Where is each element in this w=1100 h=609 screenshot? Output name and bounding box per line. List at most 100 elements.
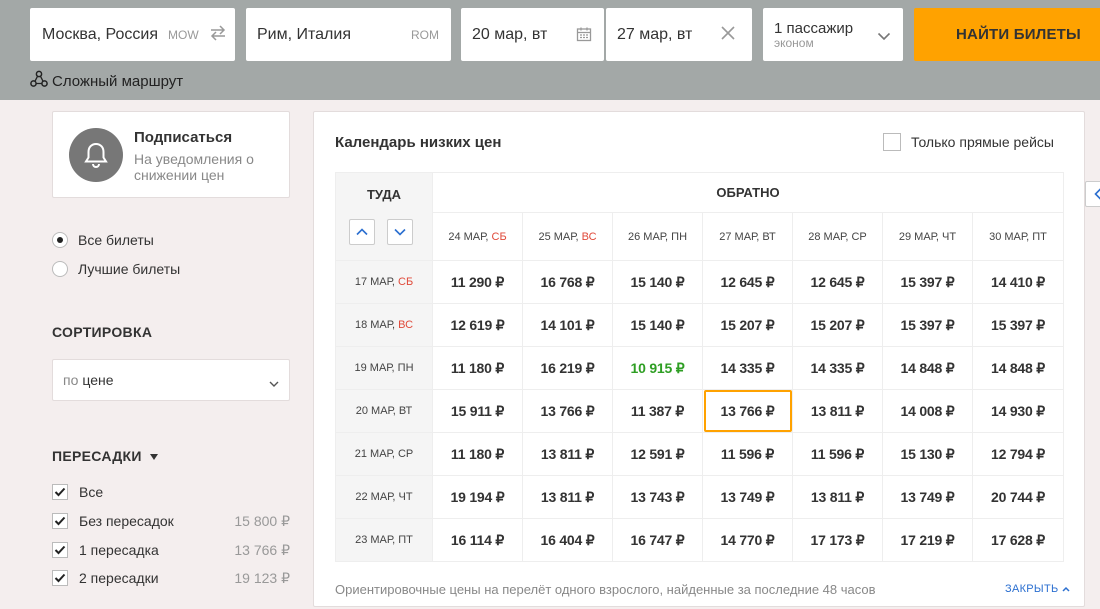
price-cell[interactable]: 17 628 ₽ (972, 518, 1064, 562)
stops-checkbox[interactable] (52, 513, 68, 529)
price-cell[interactable]: 14 008 ₽ (882, 389, 973, 433)
price-cell[interactable]: 12 591 ₽ (612, 432, 703, 476)
passengers-field[interactable]: 1 пассажир эконом (763, 8, 903, 61)
stops-checkbox[interactable] (52, 570, 68, 586)
price-cell[interactable]: 13 749 ₽ (882, 475, 973, 519)
price-cell[interactable]: 14 335 ₽ (702, 346, 793, 390)
price-cell[interactable]: 13 811 ₽ (522, 475, 613, 519)
price-cell[interactable]: 14 930 ₽ (972, 389, 1064, 433)
radio-selected[interactable] (52, 232, 68, 248)
return-date-label: 28 МАР, (808, 230, 849, 243)
stops-checkbox[interactable] (52, 542, 68, 558)
search-tickets-button[interactable]: НАЙТИ БИЛЕТЫ (914, 8, 1100, 61)
price-cell[interactable]: 16 404 ₽ (522, 518, 613, 562)
price-cell[interactable]: 12 645 ₽ (792, 260, 883, 304)
depart-dow-label: ВТ (398, 405, 413, 417)
price-cell[interactable]: 15 130 ₽ (882, 432, 973, 476)
depart-date-field[interactable]: 20 мар, вт (461, 8, 604, 61)
origin-field[interactable]: Москва, Россия MOW (30, 8, 235, 61)
swap-icon[interactable] (208, 23, 228, 43)
price-cell[interactable]: 15 397 ₽ (972, 303, 1064, 347)
clear-date-icon[interactable] (720, 25, 736, 46)
destination-field[interactable]: Рим, Италия ROM (246, 8, 451, 61)
stops-option[interactable]: Все (52, 484, 290, 500)
price-cell[interactable]: 11 290 ₽ (432, 260, 523, 304)
price-cell[interactable]: 15 397 ₽ (882, 260, 973, 304)
origin-value[interactable]: Москва, Россия (42, 26, 157, 44)
prev-return-button[interactable] (1085, 181, 1100, 207)
price-cell[interactable]: 15 911 ₽ (432, 389, 523, 433)
price-cell[interactable]: 19 194 ₽ (432, 475, 523, 519)
price-cell[interactable]: 12 645 ₽ (702, 260, 793, 304)
price-cell[interactable]: 14 770 ₽ (702, 518, 793, 562)
radio-unselected[interactable] (52, 261, 68, 277)
depart-date-cell: 21 МАР, СР (335, 432, 433, 476)
next-depart-button[interactable] (387, 219, 413, 245)
price-cell[interactable]: 13 811 ₽ (792, 389, 883, 433)
stops-label: 1 пересадка (79, 542, 159, 558)
price-cell[interactable]: 13 766 ₽ (702, 389, 793, 433)
stops-option[interactable]: 1 пересадка 13 766 ₽ (52, 542, 290, 558)
price-cell[interactable]: 15 140 ₽ (612, 260, 703, 304)
depart-date-label: 23 МАР, (355, 534, 396, 546)
return-date-value[interactable]: 27 мар, вт (617, 26, 692, 44)
depart-dow-label: СБ (398, 276, 414, 288)
checkmark-icon (54, 487, 66, 497)
price-cell[interactable]: 16 219 ₽ (522, 346, 613, 390)
stops-min-price: 19 123 ₽ (234, 569, 290, 586)
direct-flights-toggle[interactable]: Только прямые рейсы (883, 133, 1054, 151)
price-cell[interactable]: 15 140 ₽ (612, 303, 703, 347)
depart-date-value[interactable]: 20 мар, вт (472, 26, 547, 44)
price-cell[interactable]: 20 744 ₽ (972, 475, 1064, 519)
price-cell[interactable]: 14 848 ₽ (882, 346, 973, 390)
price-cell[interactable]: 11 387 ₽ (612, 389, 703, 433)
price-cell[interactable]: 13 766 ₽ (522, 389, 613, 433)
subscribe-card[interactable]: Подписаться На уведомления о снижении це… (52, 111, 290, 198)
price-cell[interactable]: 15 207 ₽ (792, 303, 883, 347)
price-cell[interactable]: 13 749 ₽ (702, 475, 793, 519)
complex-route-link[interactable]: Сложный маршрут (30, 70, 183, 92)
return-date-label: 25 МАР, (538, 230, 579, 243)
price-cell[interactable]: 11 180 ₽ (432, 346, 523, 390)
price-cell[interactable]: 16 768 ₽ (522, 260, 613, 304)
price-cell[interactable]: 12 619 ₽ (432, 303, 523, 347)
stops-option[interactable]: Без пересадок 15 800 ₽ (52, 513, 290, 529)
price-cell[interactable]: 14 848 ₽ (972, 346, 1064, 390)
return-date-header: 30 МАР, ПТ (972, 212, 1064, 261)
stops-checkbox[interactable] (52, 484, 68, 500)
price-cell[interactable]: 15 397 ₽ (882, 303, 973, 347)
price-cell[interactable]: 16 747 ₽ (612, 518, 703, 562)
prev-depart-button[interactable] (349, 219, 375, 245)
price-cell[interactable]: 16 114 ₽ (432, 518, 523, 562)
stops-option[interactable]: 2 пересадки 19 123 ₽ (52, 570, 290, 586)
price-cell[interactable]: 13 743 ₽ (612, 475, 703, 519)
close-calendar-link[interactable]: ЗАКРЫТЬ (1005, 583, 1070, 595)
direct-flights-checkbox[interactable] (883, 133, 901, 151)
price-cell[interactable]: 11 596 ₽ (792, 432, 883, 476)
price-cell[interactable]: 12 794 ₽ (972, 432, 1064, 476)
return-date-field[interactable]: 27 мар, вт (606, 8, 752, 61)
complex-route-label[interactable]: Сложный маршрут (52, 73, 183, 90)
price-cell[interactable]: 17 173 ₽ (792, 518, 883, 562)
cabin-class-value: эконом (774, 35, 814, 50)
sort-select[interactable]: по цене (52, 359, 290, 401)
price-cell[interactable]: 14 410 ₽ (972, 260, 1064, 304)
price-cell[interactable]: 14 101 ₽ (522, 303, 613, 347)
price-cell[interactable]: 13 811 ₽ (522, 432, 613, 476)
price-cell[interactable]: 14 335 ₽ (792, 346, 883, 390)
calendar-row: 19 МАР, ПН 11 180 ₽16 219 ₽10 915 ₽14 335… (335, 346, 1064, 390)
price-cell[interactable]: 15 207 ₽ (702, 303, 793, 347)
price-cell[interactable]: 11 180 ₽ (432, 432, 523, 476)
return-date-header: 24 МАР, СБ (432, 212, 523, 261)
stops-filter-toggle[interactable]: ПЕРЕСАДКИ (52, 448, 158, 464)
best-tickets-option[interactable]: Лучшие билеты (52, 261, 180, 277)
price-cell[interactable]: 10 915 ₽ (612, 346, 703, 390)
all-tickets-option[interactable]: Все билеты (52, 232, 154, 248)
destination-value[interactable]: Рим, Италия (257, 26, 351, 44)
chevron-down-icon[interactable] (877, 28, 891, 46)
price-cell[interactable]: 11 596 ₽ (702, 432, 793, 476)
price-cell[interactable]: 17 219 ₽ (882, 518, 973, 562)
subscribe-title: Подписаться (134, 129, 233, 146)
price-cell[interactable]: 13 811 ₽ (792, 475, 883, 519)
calendar-icon[interactable] (576, 26, 592, 47)
